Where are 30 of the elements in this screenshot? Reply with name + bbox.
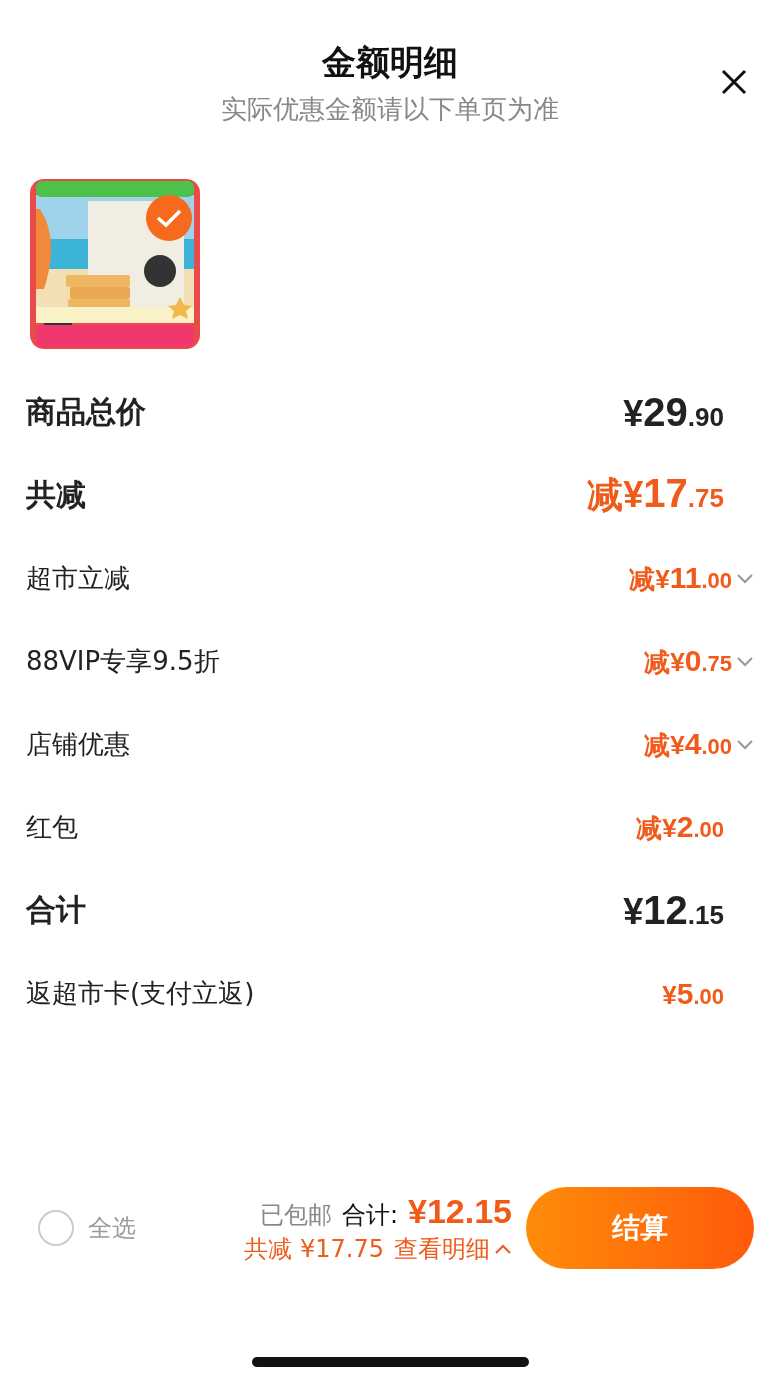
amount: 减¥2.00	[636, 809, 724, 845]
select-all-label: 全选	[88, 1213, 136, 1244]
row-label: 88VIP专享9.5折	[26, 645, 220, 678]
amount: 减¥11.00	[629, 560, 732, 596]
dialog-title: 金额明细	[322, 41, 458, 84]
chevron-up-icon	[494, 1242, 512, 1255]
row-label: 超市立减	[26, 562, 130, 595]
amount: ¥12.15	[623, 888, 724, 933]
select-all-radio[interactable]	[38, 1210, 74, 1246]
amount: 减¥4.00	[644, 726, 732, 762]
row-label: 商品总价	[26, 393, 146, 431]
row-label: 红包	[26, 811, 78, 844]
row-label: 返超市卡(支付立返)	[26, 977, 255, 1010]
total-amount: ¥12.15	[408, 1191, 512, 1231]
dialog-subtitle: 实际优惠金额请以下单页为准	[221, 93, 559, 126]
total-label: 合计:	[341, 1199, 398, 1231]
chevron-down-icon	[736, 738, 754, 751]
chevron-down-icon	[736, 572, 754, 585]
shipping-note: 已包邮	[259, 1199, 332, 1231]
checkout-button[interactable]: 结算	[526, 1187, 754, 1269]
amount: 减¥0.75	[644, 643, 732, 679]
details-link[interactable]: 查看明细	[394, 1232, 512, 1265]
chevron-down-icon	[736, 655, 754, 668]
saved-amount: 共减 ¥17.75	[244, 1233, 384, 1265]
row-label: 合计	[26, 891, 86, 929]
amount: ¥29.90	[623, 390, 724, 435]
amount: 减¥17.75	[587, 471, 724, 517]
row-label: 共减	[26, 476, 86, 514]
row-label: 店铺优惠	[26, 728, 130, 761]
amount: ¥5.00	[662, 976, 724, 1011]
